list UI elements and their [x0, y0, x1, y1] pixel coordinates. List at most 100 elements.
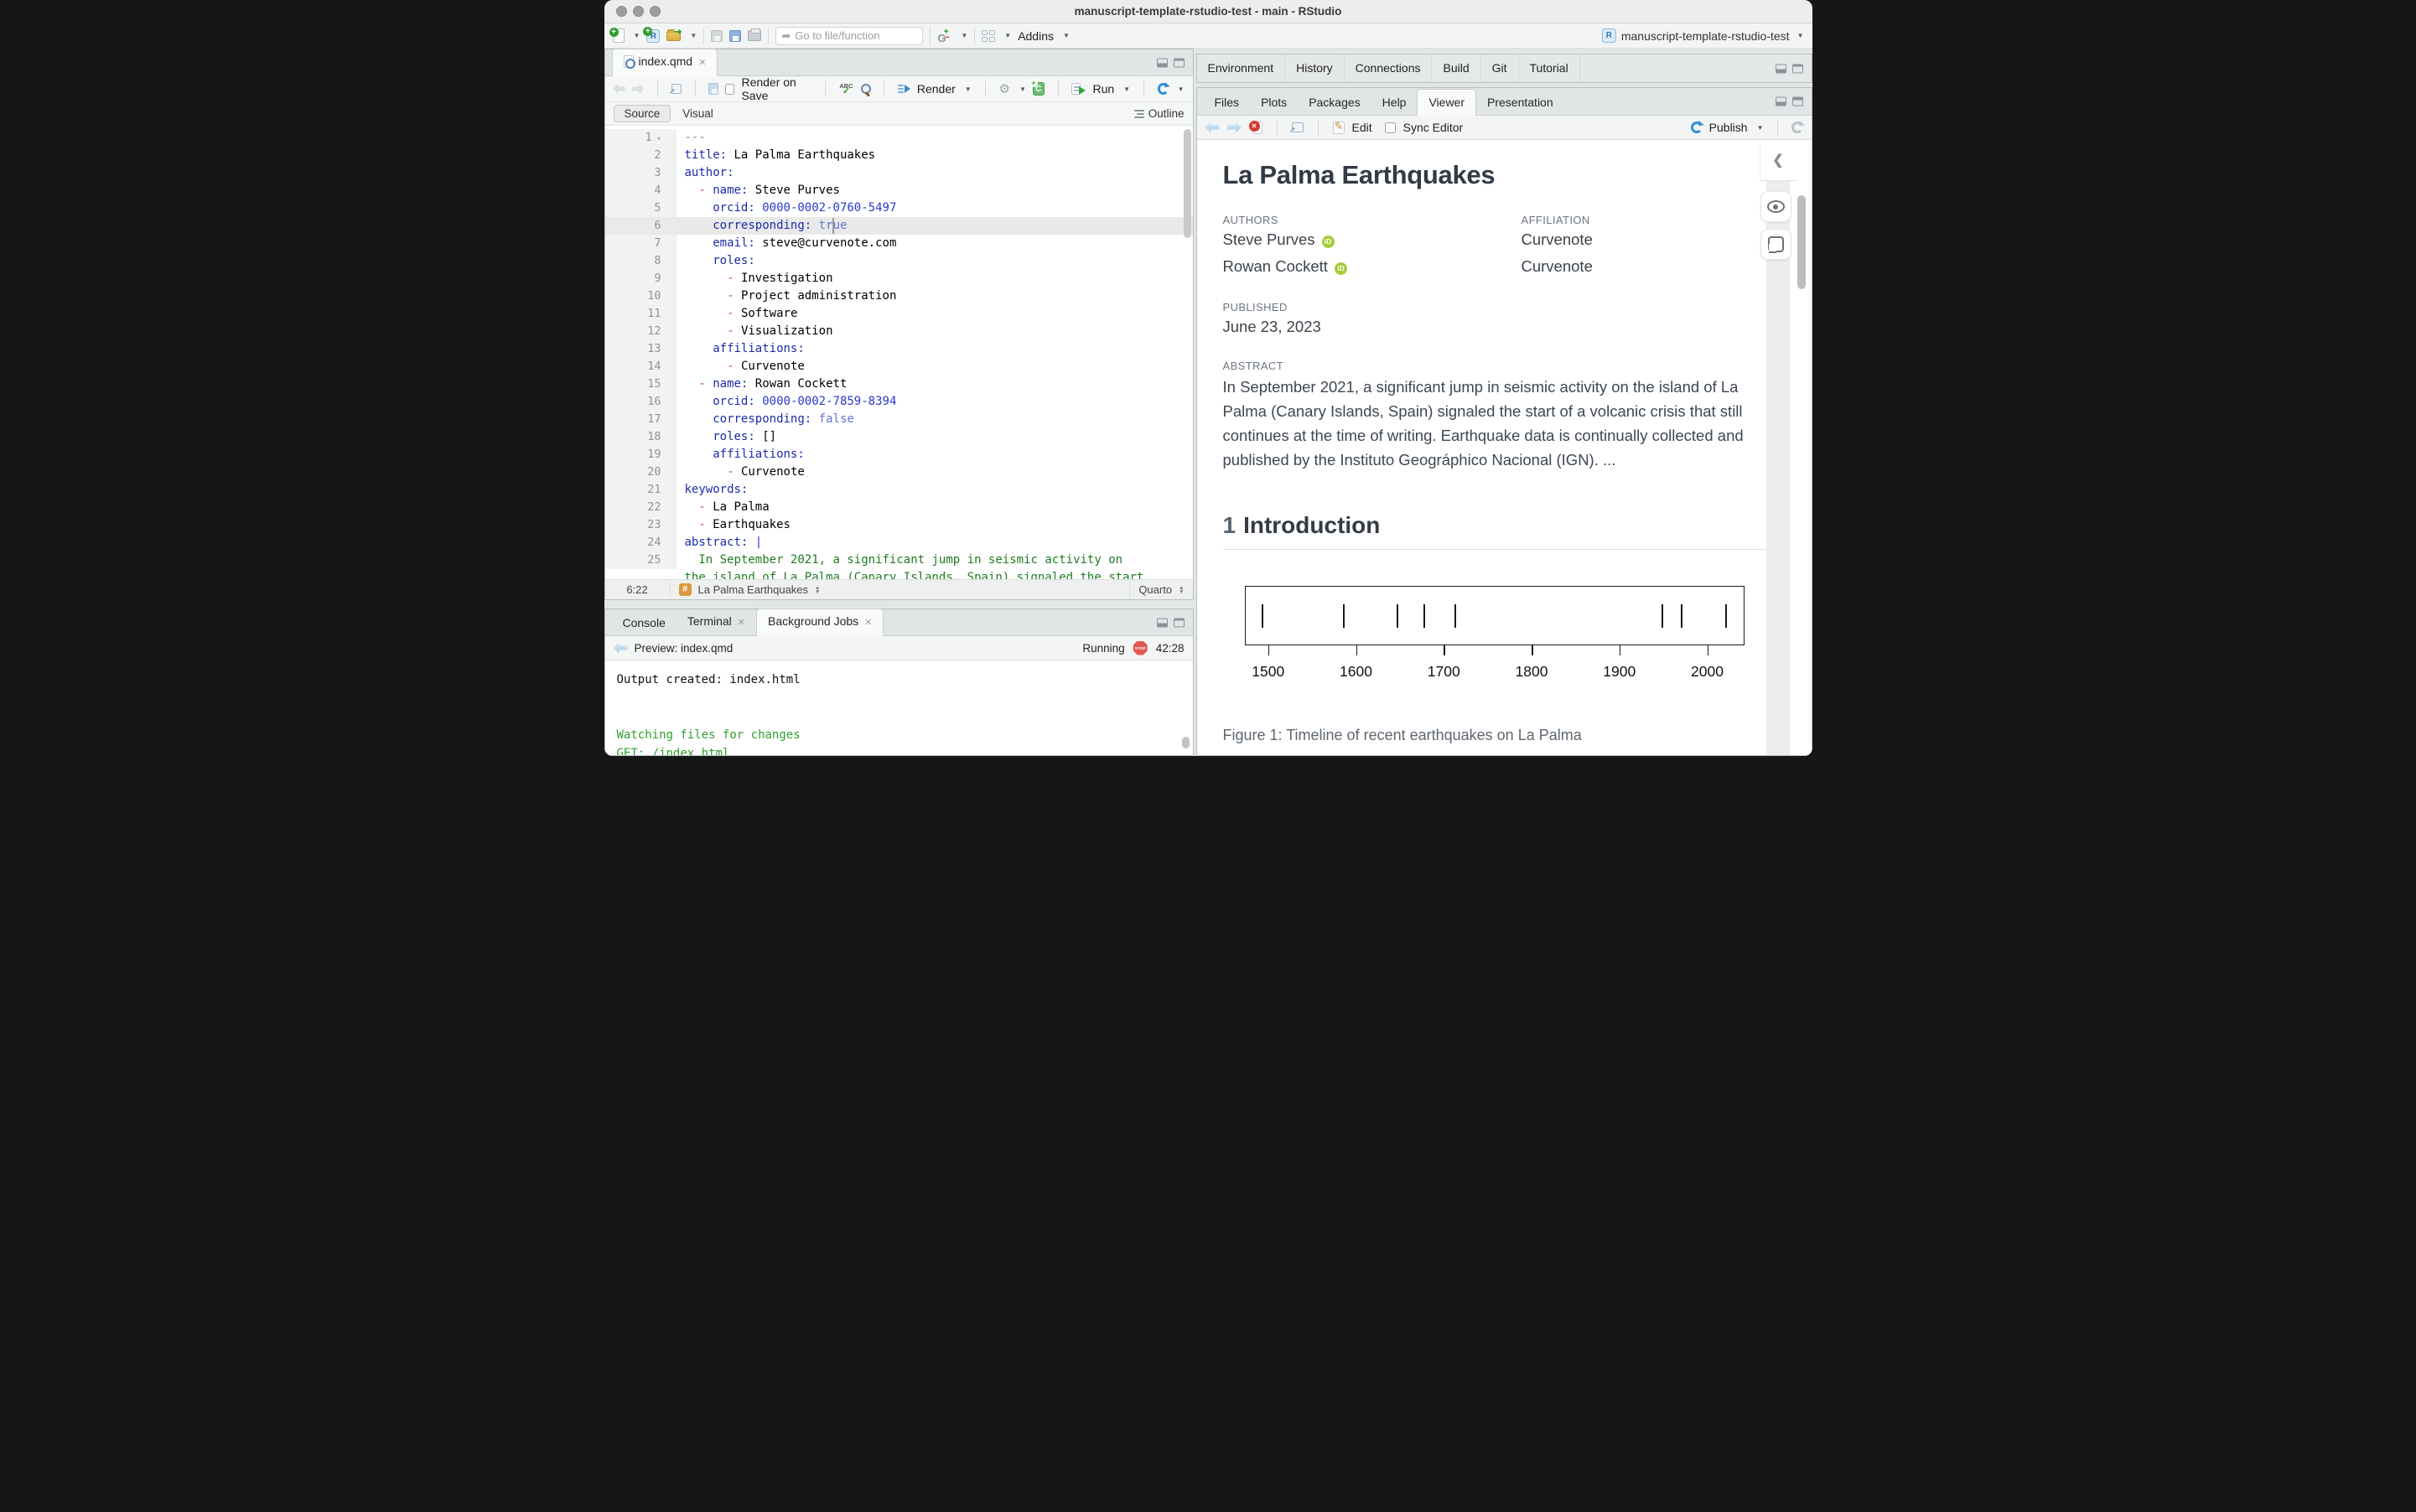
maximize-pane-icon[interactable]	[1173, 618, 1185, 627]
viewer-back-icon[interactable]	[1205, 122, 1220, 133]
goto-file-input[interactable]	[795, 29, 905, 42]
tab-index-qmd[interactable]: index.qmd ✕	[611, 49, 718, 76]
render-options-gear-icon[interactable]: ⚙	[999, 81, 1010, 96]
panes-dropdown[interactable]: ▼	[1004, 32, 1011, 39]
code-editor[interactable]: 1 ▾ --- 2 title: La Palma Earthquakes 3 autho…	[604, 126, 1193, 581]
code-line[interactable]: 6 corresponding: true	[604, 217, 1193, 235]
minimize-pane-icon[interactable]	[1775, 64, 1786, 73]
render-dropdown[interactable]: ▼	[965, 85, 972, 93]
addins-dropdown[interactable]: ▼	[1063, 32, 1070, 39]
code-line[interactable]: 23 - Earthquakes	[604, 516, 1193, 534]
fold-arrow-icon[interactable]: ▾	[652, 135, 661, 143]
open-recent-dropdown[interactable]: ▼	[690, 32, 697, 39]
code-line[interactable]: 16 orcid: 0000-0002-7859-8394	[604, 393, 1193, 411]
version-control-icon[interactable]: + − G	[937, 27, 951, 44]
goto-file-box[interactable]: ➦	[775, 26, 924, 45]
rerun-icon[interactable]	[1157, 83, 1169, 95]
minimize-pane-icon[interactable]	[1156, 58, 1168, 67]
stop-job-icon[interactable]: STOP	[1133, 640, 1148, 655]
code-line[interactable]: 22 - La Palma	[604, 499, 1193, 516]
run-dropdown[interactable]: ▼	[1123, 85, 1130, 93]
render-on-save-checkbox[interactable]	[725, 83, 735, 95]
run-button[interactable]: Run	[1092, 82, 1114, 96]
save-document-icon[interactable]	[708, 83, 719, 95]
publish-dropdown[interactable]: ▼	[1757, 124, 1764, 132]
code-line[interactable]: 13 affiliations:	[604, 340, 1193, 358]
render-button[interactable]: Render	[917, 82, 956, 96]
tab-terminal[interactable]: Terminal ✕	[677, 608, 756, 635]
viewer-scrollbar[interactable]	[1796, 195, 1806, 289]
new-file-icon[interactable]: +	[609, 28, 625, 43]
edit-icon[interactable]	[1332, 120, 1345, 134]
section-updown-icon[interactable]: ▲ ▼	[815, 585, 820, 595]
print-icon[interactable]	[748, 28, 762, 41]
code-line[interactable]: 21 keywords:	[604, 481, 1193, 499]
viewer-forward-icon[interactable]	[1227, 122, 1242, 133]
maximize-pane-icon[interactable]	[1791, 64, 1803, 73]
outline-button[interactable]: Outline	[1133, 107, 1185, 120]
code-line[interactable]: 14 - Curvenote	[604, 358, 1193, 375]
tab-files[interactable]: Files	[1204, 90, 1251, 115]
publish-icon[interactable]	[1690, 122, 1703, 133]
close-tab-icon[interactable]: ✕	[698, 58, 706, 68]
code-line[interactable]: 25 In September 2021, a significant jump…	[604, 551, 1193, 569]
open-file-icon[interactable]: ➜	[666, 28, 682, 41]
code-line[interactable]: 7 email: steve@curvenote.com	[604, 235, 1193, 252]
addins-menu[interactable]: Addins	[1018, 29, 1054, 43]
panes-layout-icon[interactable]	[982, 29, 996, 42]
publish-button[interactable]: Publish	[1709, 121, 1748, 134]
visibility-button[interactable]	[1760, 191, 1791, 222]
cursor-position[interactable]: 6:22	[605, 583, 671, 596]
code-line[interactable]: 5 orcid: 0000-0002-0760-5497	[604, 199, 1193, 217]
code-line[interactable]: 2 title: La Palma Earthquakes	[604, 147, 1193, 164]
open-in-browser-icon[interactable]	[1289, 122, 1304, 135]
section-navigator[interactable]: La Palma Earthquakes	[698, 583, 809, 596]
code-line[interactable]: 20 - Curvenote	[604, 463, 1193, 481]
open-in-new-window-icon[interactable]	[669, 84, 682, 96]
save-all-icon[interactable]	[729, 29, 742, 42]
close-tab-icon[interactable]: ✕	[864, 618, 872, 628]
options-dropdown[interactable]: ▼	[1019, 85, 1026, 93]
tab-connections[interactable]: Connections	[1345, 54, 1433, 82]
tab-environment[interactable]: Environment	[1197, 54, 1286, 82]
minimize-pane-icon[interactable]	[1775, 96, 1786, 106]
file-type-selector[interactable]: Quarto ▲ ▼	[1129, 580, 1192, 599]
tab-background-jobs[interactable]: Background Jobs ✕	[756, 608, 884, 636]
orcid-icon[interactable]: iD	[1334, 262, 1347, 275]
save-icon[interactable]	[711, 29, 723, 42]
project-switcher[interactable]: R manuscript-template-rstudio-test ▼	[1601, 28, 1804, 43]
back-to-jobs-icon[interactable]	[613, 642, 628, 654]
code-line[interactable]: 8 roles:	[604, 252, 1193, 270]
editor-scrollbar[interactable]	[1183, 129, 1191, 238]
annotate-button[interactable]	[1760, 229, 1791, 260]
minimize-pane-icon[interactable]	[1156, 618, 1168, 627]
tab-presentation[interactable]: Presentation	[1476, 90, 1564, 115]
spellcheck-icon[interactable]: ABC ✓	[839, 83, 853, 96]
sync-editor-checkbox[interactable]	[1384, 122, 1396, 133]
tab-build[interactable]: Build	[1432, 54, 1481, 82]
rerun-dropdown[interactable]: ▼	[1178, 85, 1185, 93]
code-line[interactable]: 24 abstract: |	[604, 534, 1193, 551]
new-file-dropdown[interactable]: ▼	[634, 32, 640, 39]
code-line[interactable]: 12 - Visualization	[604, 323, 1193, 340]
edit-button[interactable]: Edit	[1352, 121, 1372, 134]
code-line[interactable]: 9 - Investigation	[604, 270, 1193, 287]
tab-history[interactable]: History	[1285, 54, 1345, 82]
orcid-icon[interactable]: iD	[1321, 236, 1335, 248]
render-icon[interactable]	[897, 84, 910, 94]
job-output[interactable]: Output created: index.html Watching file…	[604, 660, 1193, 755]
run-icon[interactable]	[1071, 83, 1086, 95]
code-line[interactable]: 11 - Software	[604, 305, 1193, 323]
code-line[interactable]: 15 - name: Rowan Cockett	[604, 375, 1193, 393]
maximize-pane-icon[interactable]	[1791, 96, 1803, 106]
tab-viewer[interactable]: Viewer	[1417, 89, 1477, 116]
mode-visual-button[interactable]: Visual	[671, 106, 725, 122]
tab-console[interactable]: Console	[612, 610, 677, 635]
new-project-icon[interactable]: R +	[643, 26, 661, 43]
tab-tutorial[interactable]: Tutorial	[1519, 54, 1580, 82]
code-line[interactable]: 1 ▾ ---	[604, 129, 1193, 148]
tab-plots[interactable]: Plots	[1250, 90, 1298, 115]
clear-viewer-icon[interactable]: ✕	[1248, 121, 1262, 134]
console-scrollbar[interactable]	[1181, 737, 1190, 748]
code-line[interactable]: 3 author:	[604, 164, 1193, 182]
